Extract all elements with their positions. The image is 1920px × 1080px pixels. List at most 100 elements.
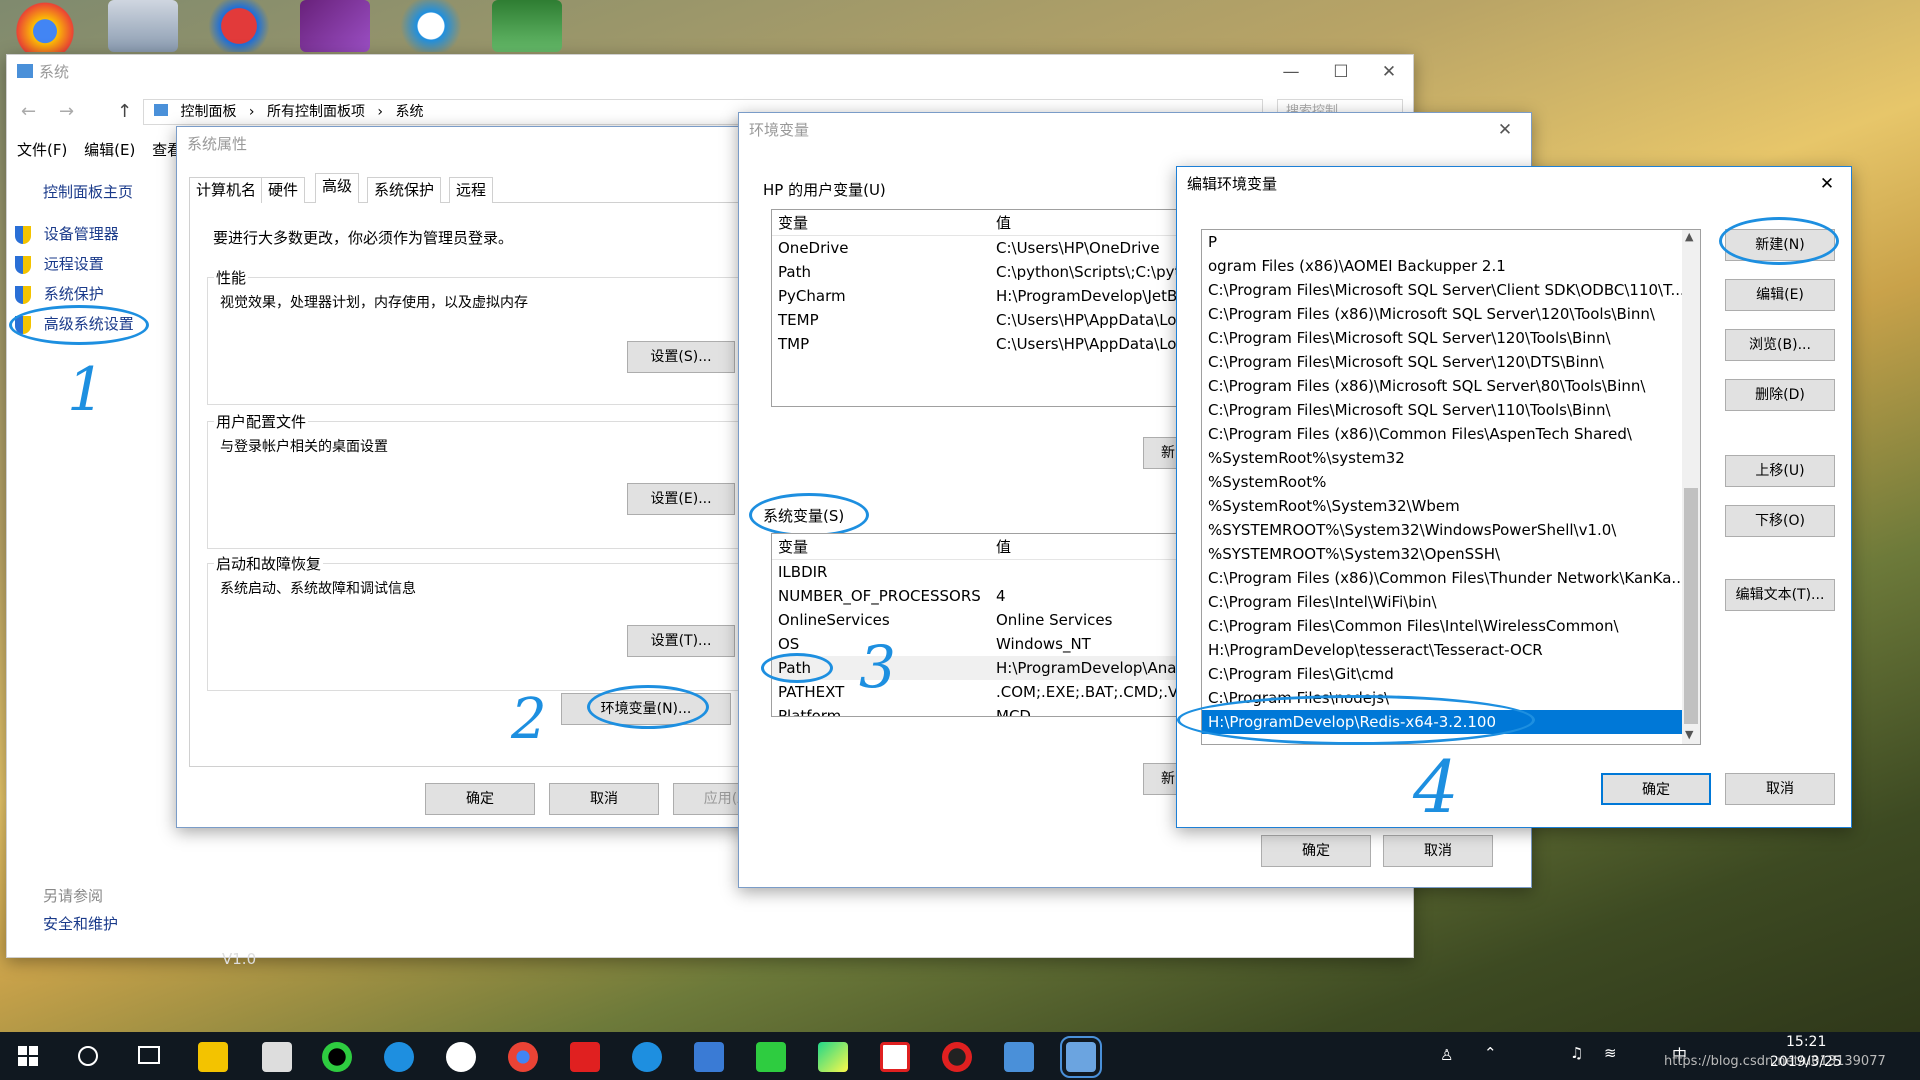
profiles-settings-button[interactable]: 设置(E)... [627, 483, 735, 515]
people-icon[interactable]: ♙ [1440, 1046, 1453, 1064]
edit-button[interactable]: 编辑(E) [1725, 279, 1835, 311]
tab-advanced[interactable]: 高级 [315, 173, 360, 203]
path-entry[interactable]: %SYSTEMROOT%\System32\OpenSSH\ [1202, 542, 1682, 566]
tab-system-protection[interactable]: 系统保护 [367, 177, 442, 203]
file-explorer-icon[interactable] [198, 1042, 228, 1072]
edit-environment-variable-dialog: 编辑环境变量 ✕ Pogram Files (x86)\AOMEI Backup… [1176, 166, 1852, 829]
path-entry[interactable]: %SystemRoot% [1202, 470, 1682, 494]
variable-name: TEMP [778, 311, 819, 329]
breadcrumb-2[interactable]: 系统 [395, 104, 423, 120]
sidebar-item-protection[interactable]: 系统保护 [15, 283, 104, 304]
baidu-netdisk-icon[interactable] [446, 1042, 476, 1072]
iqiyi-icon[interactable] [756, 1042, 786, 1072]
scroll-thumb[interactable] [1684, 488, 1698, 724]
browse-button[interactable]: 浏览(B)... [1725, 329, 1835, 361]
system-title-bar: 系统 [7, 55, 1413, 87]
security-link[interactable]: 安全和维护 [43, 913, 118, 934]
path-entry[interactable]: C:\Program Files\Microsoft SQL Server\Cl… [1202, 278, 1682, 302]
path-entry[interactable]: C:\Program Files\Intel\WiFi\bin\ [1202, 590, 1682, 614]
startup-settings-button[interactable]: 设置(T)... [627, 625, 735, 657]
edit-close-icon[interactable]: ✕ [1805, 171, 1849, 197]
path-entry[interactable]: C:\Program Files\Microsoft SQL Server\12… [1202, 350, 1682, 374]
edge-icon[interactable] [384, 1042, 414, 1072]
app-green-icon[interactable] [322, 1042, 352, 1072]
feishu-icon[interactable] [694, 1042, 724, 1072]
clock-time[interactable]: 15:21 [1786, 1034, 1826, 1050]
performance-desc: 视觉效果，处理器计划，内存使用，以及虚拟内存 [220, 295, 528, 311]
performance-settings-button[interactable]: 设置(S)... [627, 341, 735, 373]
col-variable[interactable]: 变量 [778, 210, 808, 236]
chrome-icon[interactable] [10, 0, 80, 52]
up-arrow-icon[interactable]: ↑ [117, 101, 132, 122]
path-entry[interactable]: P [1202, 230, 1682, 254]
col-value[interactable]: 值 [996, 534, 1011, 560]
scroll-up-icon[interactable]: ▲ [1685, 230, 1693, 243]
excel-icon[interactable] [492, 0, 562, 52]
path-entry[interactable]: %SYSTEMROOT%\System32\WindowsPowerShell\… [1202, 518, 1682, 542]
tab-remote[interactable]: 远程 [449, 177, 494, 203]
edit-ok-button[interactable]: 确定 [1601, 773, 1711, 805]
col-variable[interactable]: 变量 [778, 534, 808, 560]
minimize-button[interactable]: — [1269, 59, 1313, 85]
network-icon[interactable]: ≋ [1604, 1044, 1617, 1062]
path-entry[interactable]: H:\ProgramDevelop\tesseract\Tesseract-OC… [1202, 638, 1682, 662]
path-list-scrollbar[interactable]: ▲ ▼ [1682, 230, 1700, 744]
volume-icon[interactable]: ♫ [1570, 1044, 1583, 1062]
back-arrow-icon[interactable]: ← [21, 101, 36, 122]
col-value[interactable]: 值 [996, 210, 1011, 236]
chrome-taskbar-icon[interactable] [508, 1042, 538, 1072]
pycharm-icon[interactable] [818, 1042, 848, 1072]
tab-hardware[interactable]: 硬件 [261, 177, 306, 203]
path-entry[interactable]: C:\Program Files (x86)\Microsoft SQL Ser… [1202, 374, 1682, 398]
edit-text-button[interactable]: 编辑文本(T)... [1725, 579, 1835, 611]
control-panel-taskbar-icon[interactable] [1004, 1042, 1034, 1072]
path-entry[interactable]: C:\Program Files (x86)\Common Files\Thun… [1202, 566, 1682, 590]
path-entry[interactable]: C:\Program Files (x86)\Common Files\Aspe… [1202, 422, 1682, 446]
path-entry[interactable]: C:\Program Files\Microsoft SQL Server\12… [1202, 326, 1682, 350]
move-down-button[interactable]: 下移(O) [1725, 505, 1835, 537]
cortana-icon[interactable] [78, 1046, 98, 1066]
task-view-icon[interactable] [138, 1046, 160, 1064]
browser-app-icon[interactable] [396, 0, 466, 52]
env-ok-button[interactable]: 确定 [1261, 835, 1371, 867]
ok-button[interactable]: 确定 [425, 783, 535, 815]
path-entry[interactable]: C:\Program Files\Git\cmd [1202, 662, 1682, 686]
calculator-icon[interactable] [262, 1042, 292, 1072]
system-taskbar-icon[interactable] [1060, 1036, 1102, 1078]
menu-edit[interactable]: 编辑(E) [84, 141, 135, 159]
clock-date[interactable]: 2019/3/25 [1770, 1054, 1842, 1070]
sidebar-item-remote[interactable]: 远程设置 [15, 253, 104, 274]
env-cancel-button[interactable]: 取消 [1383, 835, 1493, 867]
path-entry[interactable]: C:\Program Files (x86)\Microsoft SQL Ser… [1202, 302, 1682, 326]
qq-icon[interactable] [942, 1042, 972, 1072]
delete-button[interactable]: 删除(D) [1725, 379, 1835, 411]
media-app-icon[interactable] [204, 0, 274, 52]
sidebar-item-device-manager[interactable]: 设备管理器 [15, 223, 119, 244]
path-entry[interactable]: %SystemRoot%\system32 [1202, 446, 1682, 470]
maximize-button[interactable]: ☐ [1319, 59, 1363, 85]
forward-arrow-icon[interactable]: → [59, 101, 74, 122]
breadcrumb-1[interactable]: 所有控制面板项 [267, 104, 365, 120]
browser-taskbar-icon[interactable] [632, 1042, 662, 1072]
path-entry[interactable]: C:\Program Files\Common Files\Intel\Wire… [1202, 614, 1682, 638]
breadcrumb-0[interactable]: 控制面板 [180, 104, 236, 120]
path-entry[interactable]: %SystemRoot%\System32\Wbem [1202, 494, 1682, 518]
tray-expand-icon[interactable]: ⌃ [1484, 1044, 1497, 1062]
close-button[interactable]: ✕ [1367, 59, 1411, 85]
path-entry[interactable]: ogram Files (x86)\AOMEI Backupper 2.1 [1202, 254, 1682, 278]
acrobat-icon[interactable] [880, 1042, 910, 1072]
scroll-down-icon[interactable]: ▼ [1685, 728, 1693, 741]
env-close-icon[interactable]: ✕ [1483, 117, 1527, 143]
edit-cancel-button[interactable]: 取消 [1725, 773, 1835, 805]
youdao-icon[interactable] [570, 1042, 600, 1072]
path-entry[interactable]: C:\Program Files\Microsoft SQL Server\11… [1202, 398, 1682, 422]
cancel-button[interactable]: 取消 [549, 783, 659, 815]
start-icon[interactable] [18, 1046, 38, 1066]
move-up-button[interactable]: 上移(U) [1725, 455, 1835, 487]
menu-file[interactable]: 文件(F) [17, 141, 67, 159]
sidebar-home-link[interactable]: 控制面板主页 [43, 181, 133, 202]
visual-studio-icon[interactable] [300, 0, 370, 52]
variable-value: C:\Users\HP\AppData\Lo [996, 335, 1177, 353]
printer-app-icon[interactable] [108, 0, 178, 52]
tab-computer-name[interactable]: 计算机名 [189, 177, 264, 203]
